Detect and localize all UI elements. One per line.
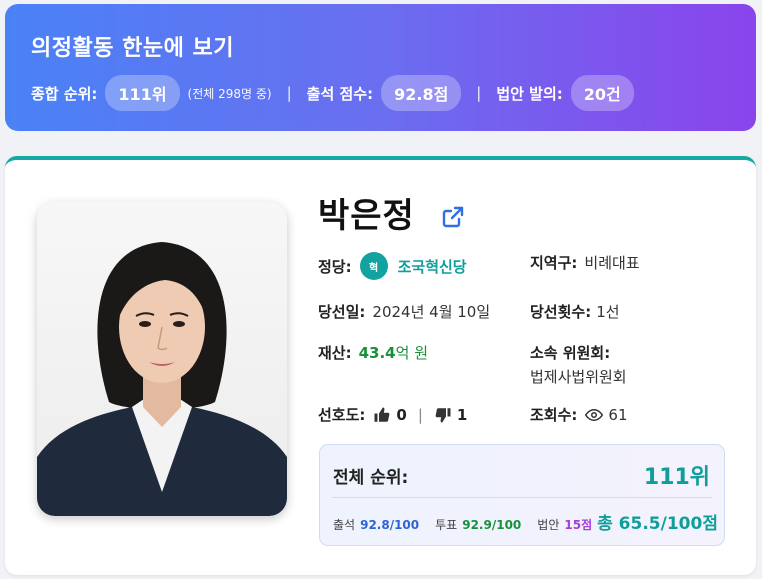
assets-label: 재산: — [318, 344, 352, 362]
rank-box-label: 전체 순위: — [333, 468, 409, 488]
total-score-value: 총 65.5/100점 — [597, 514, 718, 534]
views-row: 조회수: 61 — [530, 404, 628, 425]
party-name[interactable]: 조국혁신당 — [398, 256, 467, 277]
attendance-score-label: 출석 점수: — [306, 84, 374, 103]
bill-score-value: 15점 — [564, 518, 593, 532]
summary-stats: 종합 순위: 111위 (전체 298명 중) | 출석 점수: 92.8점 |… — [31, 75, 634, 111]
overall-rank-label: 종합 순위: — [31, 84, 98, 103]
attendance-score-value: 92.8/100 — [360, 518, 420, 532]
preference-row: 선호도: 0 | 1 — [318, 404, 467, 425]
term-count-row: 당선횟수: 1선 — [530, 301, 620, 322]
likes-count: 0 — [396, 405, 407, 424]
district-row: 지역구: 비례대표 — [530, 252, 640, 273]
vote-score-value: 92.9/100 — [462, 518, 522, 532]
portrait-illustration — [37, 242, 287, 516]
thumbs-down-icon[interactable] — [434, 406, 452, 424]
overall-rank-badge: 111위 — [105, 75, 180, 111]
attendance-score-badge: 92.8점 — [381, 75, 462, 111]
committee-value-row: 법제사법위원회 — [530, 366, 627, 387]
attendance-score-label: 출석 — [333, 518, 356, 532]
district-label: 지역구: — [530, 254, 578, 272]
rank-box-value: 111위 — [643, 465, 710, 490]
elected-date-row: 당선일: 2024년 4월 10일 — [318, 301, 490, 322]
summary-banner: 의정활동 한눈에 보기 종합 순위: 111위 (전체 298명 중) | 출석… — [5, 4, 756, 131]
assets-amount: 43.4 — [358, 343, 396, 362]
preference-label: 선호도: — [318, 406, 366, 424]
elected-date-value: 2024년 4월 10일 — [372, 303, 491, 321]
overall-rank-note: (전체 298명 중) — [187, 86, 272, 101]
bills-proposed-badge: 20건 — [570, 75, 634, 111]
legislator-photo — [37, 202, 287, 516]
elected-date-label: 당선일: — [318, 303, 366, 321]
eye-icon — [585, 408, 604, 421]
legislator-profile-card: 박은정 정당: 혁 조국혁신당 지역구: 비례대표 당선일: 2024년 4월 … — [5, 156, 756, 575]
party-logo: 혁 — [359, 252, 388, 280]
dislikes-count: 1 — [456, 405, 468, 424]
thumbs-up-icon[interactable] — [373, 406, 391, 424]
external-link-icon[interactable] — [441, 205, 465, 229]
bills-proposed-label: 법안 발의: — [496, 84, 563, 103]
score-breakdown: 출석 92.8/100 투표 92.9/100 법안 15점 총 65.5/10… — [333, 509, 718, 534]
rank-box-divider — [332, 497, 712, 498]
stats-separator: | — [286, 84, 292, 102]
bill-score-label: 법안 — [537, 518, 560, 532]
committee-label-row: 소속 위원회: — [530, 342, 610, 363]
views-count: 61 — [608, 405, 628, 424]
banner-title: 의정활동 한눈에 보기 — [31, 36, 234, 61]
committee-value: 법제사법위원회 — [530, 368, 627, 386]
assets-row: 재산: 43.4 억 원 — [318, 342, 428, 363]
term-count-value: 1선 — [596, 303, 620, 321]
party-row: 정당: 혁 조국혁신당 — [318, 252, 467, 280]
stats-separator: | — [476, 84, 482, 102]
district-value: 비례대표 — [584, 254, 640, 272]
preference-separator: | — [417, 405, 423, 424]
overall-rank-box: 전체 순위: 111위 출석 92.8/100 투표 92.9/100 법안 1… — [319, 444, 725, 546]
assets-unit: 억 원 — [395, 344, 428, 362]
vote-score-label: 투표 — [435, 518, 458, 532]
committee-label: 소속 위원회: — [530, 344, 611, 362]
legislator-name: 박은정 — [318, 196, 415, 236]
views-label: 조회수: — [530, 406, 578, 424]
term-count-label: 당선횟수: — [530, 303, 592, 321]
party-label: 정당: — [318, 257, 352, 276]
